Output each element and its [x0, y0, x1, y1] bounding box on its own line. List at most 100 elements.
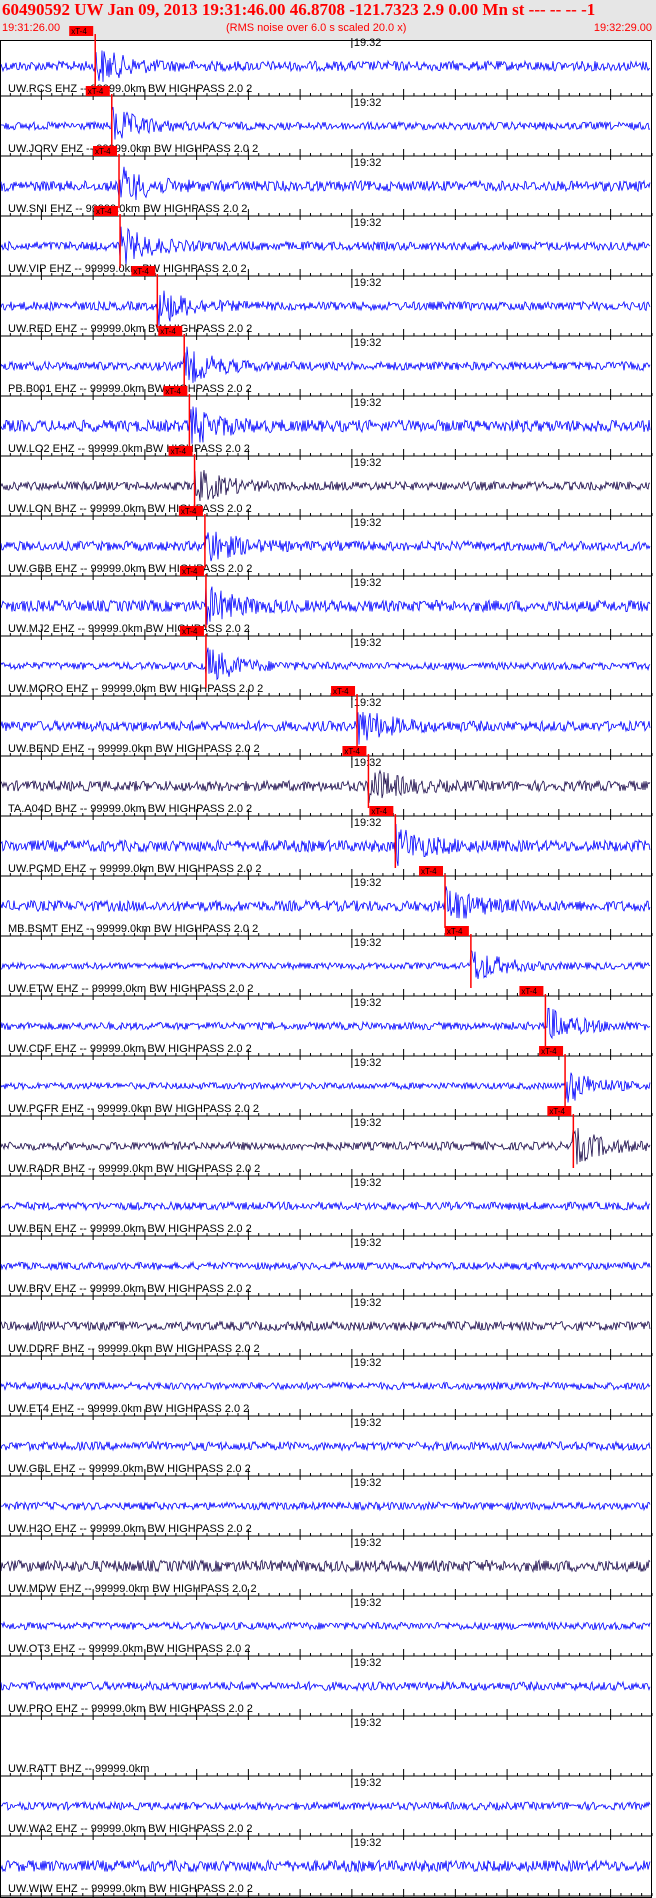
station-label: UW.ET4 EHZ -- 99999.0km BW HIGHPASS 2.0 … [8, 1403, 249, 1415]
station-label: UW.OT3 EHZ -- 99999.0km BW HIGHPASS 2.0 … [8, 1643, 250, 1655]
waveform-trace [0, 106, 651, 140]
station-label: MB.BSMT EHZ -- 99999.0km BW HIGHPASS 2.0… [8, 923, 258, 935]
pick-label: xT-4 [447, 927, 463, 936]
minute-tick-label: 19:32 [354, 1357, 382, 1369]
minute-tick-label: 19:32 [354, 1597, 382, 1609]
waveform-trace [0, 406, 651, 444]
waveform-trace [0, 50, 651, 82]
waveform-trace [0, 1621, 651, 1631]
waveform-trace [0, 1007, 651, 1040]
station-label: UW.RCS EHZ -- 99999.0km BW HIGHPASS 2.0 … [8, 83, 252, 95]
pick-label: xT-4 [181, 507, 197, 516]
plot-border [0, 40, 652, 1898]
station-label: UW.CDF EHZ -- 99999.0km BW HIGHPASS 2.0 … [8, 1043, 252, 1055]
waveform-trace [0, 1127, 651, 1165]
seismogram-plot: 19:32 UW.RCS EHZ -- 99999.0km BW HIGHPASS… [0, 26, 653, 1898]
minute-tick-label: 19:32 [354, 877, 382, 889]
pick-label: xT-4 [88, 87, 104, 96]
waveform-trace [0, 769, 651, 803]
pick-label: xT-4 [421, 867, 437, 876]
pick-label: xT-4 [541, 1047, 557, 1056]
minute-tick-label: 19:32 [354, 1837, 382, 1849]
minute-tick-label: 19:32 [354, 1297, 382, 1309]
waveform-trace [0, 1320, 651, 1332]
station-label: UW.WIW EHZ -- 99999.0km BW HIGHPASS 2.0 … [8, 1883, 253, 1895]
minute-tick-label: 19:32 [354, 157, 382, 169]
station-label: UW.BRV EHZ -- 99999.0km BW HIGHPASS 2.0 … [8, 1283, 252, 1295]
station-label: UW.GBL EHZ -- 99999.0km BW HIGHPASS 2.0 … [8, 1463, 251, 1475]
pick-label: xT-4 [549, 1107, 565, 1116]
station-label: UW.H2O EHZ -- 99999.0km BW HIGHPASS 2.0 … [8, 1523, 252, 1535]
station-label: UW.DDRF BHZ -- 99999.0km BW HIGHPASS 2.0… [8, 1343, 260, 1355]
waveform-trace [0, 1500, 651, 1512]
minute-tick-label: 19:32 [354, 997, 382, 1009]
minute-tick-label: 19:32 [354, 337, 382, 349]
waveform-trace [0, 584, 651, 625]
waveform-trace [0, 346, 651, 383]
station-label: UW.PCMD EHZ -- 99999.0km BW HIGHPASS 2.0… [8, 863, 261, 875]
station-label: UW.ETW EHZ -- 99999.0km BW HIGHPASS 2.0 … [8, 983, 254, 995]
minute-tick-label: 19:32 [354, 1777, 382, 1789]
waveform-trace [0, 1859, 651, 1873]
waveform-trace [0, 886, 651, 919]
station-label: TA.A04D BHZ -- 99999.0km BW HIGHPASS 2.0… [8, 803, 252, 815]
waveform-trace [0, 1072, 651, 1103]
station-label: UW.LON BHZ -- 99999.0km BW HIGHPASS 2.0 … [8, 503, 252, 515]
minute-tick-label: 19:32 [354, 517, 382, 529]
station-label: UW.MDW EHZ -- 99999.0km BW HIGHPASS 2.0 … [8, 1583, 257, 1595]
station-label: UW.LO2 EHZ -- 99999.0km BW HIGHPASS 2.0 … [8, 443, 250, 455]
minute-tick-label: 19:32 [354, 277, 382, 289]
pick-label: xT-4 [96, 207, 112, 216]
station-label: UW.JORV EHZ -- 99999.0km BW HIGHPASS 2.0… [8, 143, 258, 155]
minute-tick-label: 19:32 [354, 937, 382, 949]
pick-label: xT-4 [344, 747, 360, 756]
minute-tick-label: 19:32 [354, 817, 382, 829]
station-label: UW.PRO EHZ -- 99999.0km BW HIGHPASS 2.0 … [8, 1703, 253, 1715]
pick-label: xT-4 [133, 267, 149, 276]
minute-tick-label: 19:32 [354, 577, 382, 589]
station-label: UW.VIP EHZ -- 99999.0km BW HIGHPASS 2.0 … [8, 263, 247, 275]
waveform-trace [0, 1559, 651, 1574]
pick-label: xT-4 [371, 807, 387, 816]
minute-tick-label: 19:32 [354, 1477, 382, 1489]
waveform-trace [0, 823, 651, 866]
station-label: UW.SNI EHZ -- 99999.0km BW HIGHPASS 2.0 … [8, 203, 247, 215]
station-label: UW.MJ2 EHZ -- 99999.0km BW HIGHPASS 2.0 … [8, 623, 250, 635]
pick-label: xT-4 [521, 987, 537, 996]
pick-label: xT-4 [182, 567, 198, 576]
minute-tick-label: 19:32 [354, 37, 382, 49]
minute-tick-label: 19:32 [354, 1177, 382, 1189]
minute-tick-label: 19:32 [354, 1417, 382, 1429]
minute-tick-label: 19:32 [354, 1237, 382, 1249]
waveform-trace [0, 226, 651, 265]
pick-label: xT-4 [95, 147, 111, 156]
station-label: UW.BEN EHZ -- 99999.0km BW HIGHPASS 2.0 … [8, 1223, 252, 1235]
station-label: UW.MORO EHZ -- 99999.0km BW HIGHPASS 2.0… [8, 683, 263, 695]
waveform-trace [0, 647, 651, 681]
waveform-trace [0, 711, 651, 745]
waveform-trace [0, 1260, 651, 1272]
station-label: UW.WA2 EHZ -- 99999.0km BW HIGHPASS 2.0 … [8, 1823, 253, 1835]
minute-tick-label: 19:32 [354, 1717, 382, 1729]
minute-tick-label: 19:32 [354, 397, 382, 409]
pick-label: xT-4 [333, 687, 349, 696]
minute-tick-label: 19:32 [354, 637, 382, 649]
pick-label: xT-4 [171, 447, 187, 456]
minute-tick-label: 19:32 [354, 1117, 382, 1129]
minute-tick-label: 19:32 [354, 1657, 382, 1669]
waveform-trace [0, 531, 651, 562]
waveform-trace [0, 290, 651, 326]
waveform-trace [0, 1200, 651, 1212]
minute-tick-label: 19:32 [354, 697, 382, 709]
waveform-trace [0, 166, 651, 201]
pick-label: xT-4 [165, 387, 181, 396]
waveform-trace [0, 1381, 651, 1392]
pick-label: xT-4 [71, 27, 87, 36]
station-label: UW.RADR BHZ -- 99999.0km BW HIGHPASS 2.0… [8, 1163, 260, 1175]
station-label: PB.B001 EHZ -- 99999.0km BW HIGHPASS 2.0… [8, 383, 252, 395]
minute-tick-label: 19:32 [354, 1057, 382, 1069]
minute-tick-label: 19:32 [354, 757, 382, 769]
station-label: UW.RED EHZ -- 99999.0km BW HIGHPASS 2.0 … [8, 323, 252, 335]
waveform-trace [0, 949, 651, 980]
pick-label: xT-4 [182, 627, 198, 636]
